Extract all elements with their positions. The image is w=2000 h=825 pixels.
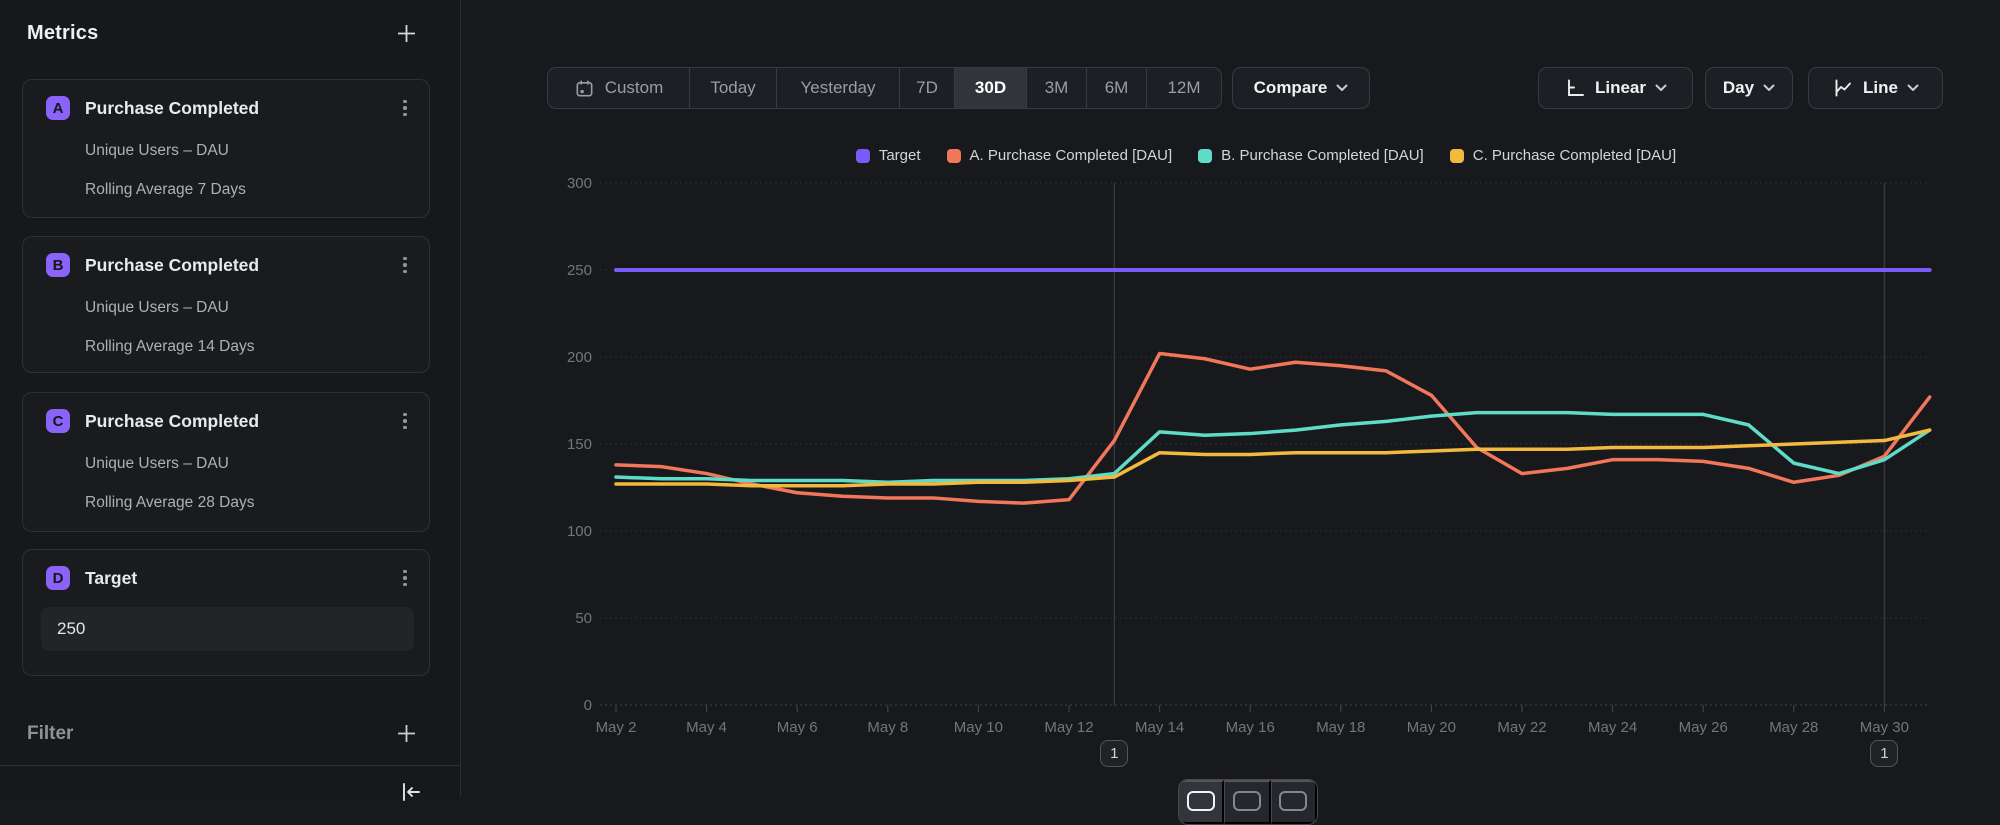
view-chart-button[interactable] — [1179, 780, 1224, 824]
x-axis-label: May 2 — [596, 719, 637, 736]
y-axis-label: 150 — [567, 436, 592, 453]
x-axis-label: May 8 — [867, 719, 908, 736]
x-axis-label: May 16 — [1226, 719, 1275, 736]
chart-canvas[interactable]: 0 50 100 150 200 250 300 May 2 May 4 May 6 May 8 Ma… — [0, 0, 2000, 796]
x-axis-label: May 20 — [1407, 719, 1456, 736]
y-axis-label: 100 — [567, 523, 592, 540]
y-axis-label: 250 — [567, 262, 592, 279]
x-axis-label: May 24 — [1588, 719, 1637, 736]
view-details-button[interactable] — [1271, 780, 1317, 824]
series-line[interactable] — [616, 430, 1930, 486]
x-axis-label: May 18 — [1316, 719, 1365, 736]
annotation-badge[interactable]: 1 — [1100, 740, 1128, 767]
y-axis-label: 200 — [567, 349, 592, 366]
x-axis-label: May 4 — [686, 719, 727, 736]
annotation-badge[interactable]: 1 — [1870, 740, 1898, 767]
y-axis-label: 0 — [584, 697, 592, 714]
details-view-icon — [1279, 791, 1307, 811]
x-axis-label: May 30 — [1860, 719, 1909, 736]
x-axis-label: May 26 — [1679, 719, 1728, 736]
view-switcher — [1178, 779, 1318, 825]
y-axis-label: 50 — [575, 610, 592, 627]
x-axis-label: May 12 — [1044, 719, 1093, 736]
x-axis-label: May 14 — [1135, 719, 1184, 736]
table-view-icon — [1233, 791, 1261, 811]
x-axis-label: May 6 — [777, 719, 818, 736]
y-axis-label: 300 — [567, 175, 592, 192]
chart-view-icon — [1187, 791, 1215, 811]
x-axis-label: May 28 — [1769, 719, 1818, 736]
view-table-button[interactable] — [1224, 780, 1270, 824]
x-axis-label: May 10 — [954, 719, 1003, 736]
x-axis-label: May 22 — [1497, 719, 1546, 736]
